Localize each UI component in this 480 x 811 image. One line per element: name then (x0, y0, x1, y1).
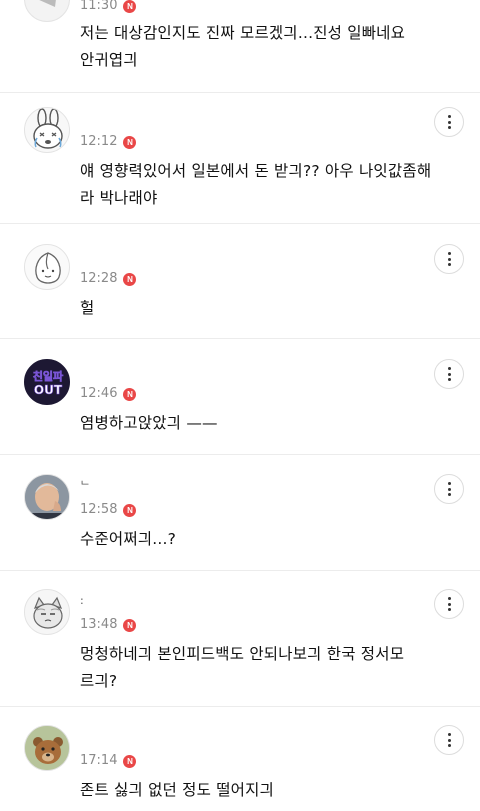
cat-character-avatar-icon[interactable] (24, 589, 70, 635)
comment-item: 12:12 N 얘 영향력있어서 일본에서 돈 받긔?? 아우 나잇값좀해 라 … (0, 93, 480, 224)
comment-item: 17:14 N 존트 싫긔 없던 정도 떨어지긔 (0, 707, 480, 811)
comment-text: 멍청하네긔 본인피드백도 안되나보긔 한국 정서모 르긔? (80, 645, 405, 690)
person-photo-avatar[interactable] (24, 474, 70, 520)
more-dots-icon (447, 482, 451, 496)
comment-time: 17:14 (80, 753, 118, 768)
more-options-button[interactable] (434, 107, 464, 137)
comment-text: 얘 영향력있어서 일본에서 돈 받긔?? 아우 나잇값좀해 라 박나래야 (80, 162, 432, 207)
comment-item: : 13:48 N 멍청하네긔 본인피드백도 안되나보긔 한국 정서모 르긔? (0, 571, 480, 707)
comment-item: 11:30 N 저는 대상감인지도 진짜 모르겠긔...진성 일빠네요 안귀엽긔 (0, 0, 480, 93)
comment-item: ᄂ 12:58 N 수준어쩌긔...? (0, 455, 480, 571)
more-options-button[interactable] (434, 244, 464, 274)
avatar-text-line1: 친일파 (33, 369, 64, 383)
new-badge: N (123, 135, 137, 149)
comment-time: 12:12 (80, 134, 118, 149)
new-badge: N (123, 503, 137, 517)
bear-photo-avatar[interactable] (24, 725, 70, 771)
comment-time: 12:58 (80, 502, 118, 517)
more-options-button[interactable] (434, 474, 464, 504)
new-badge: N (123, 387, 137, 401)
comment-item: 친일파 OUT 12:46 N 염병하고앉았긔 —— (0, 339, 480, 455)
more-dots-icon (447, 115, 451, 129)
comment-time: 12:28 (80, 271, 118, 286)
comment-nickname: : (80, 594, 84, 607)
new-badge: N (123, 618, 137, 632)
comment-time: 11:30 (80, 0, 118, 13)
chinilpa-out-avatar[interactable]: 친일파 OUT (24, 359, 70, 405)
comment-text: 저는 대상감인지도 진짜 모르겠긔...진성 일빠네요 안귀엽긔 (80, 24, 406, 69)
comment-time: 13:48 (80, 617, 118, 632)
new-badge: N (123, 754, 137, 768)
comment-text: 존트 싫긔 없던 정도 떨어지긔 (80, 781, 275, 799)
avatar-text-line2: OUT (34, 383, 63, 397)
comment-text: 수준어쩌긔...? (80, 530, 177, 548)
more-dots-icon (447, 367, 451, 381)
more-dots-icon (447, 252, 451, 266)
partial-avatar-icon[interactable] (24, 0, 70, 22)
new-badge: N (123, 0, 137, 13)
new-badge: N (123, 272, 137, 286)
comment-text: 헐 (80, 299, 95, 317)
more-dots-icon (447, 597, 451, 611)
comment-text: 염병하고앉았긔 —— (80, 414, 218, 432)
comment-item: 12:28 N 헐 (0, 224, 480, 339)
more-options-button[interactable] (434, 589, 464, 619)
comment-nickname: ᄂ (80, 479, 91, 492)
more-dots-icon (447, 733, 451, 747)
more-options-button[interactable] (434, 359, 464, 389)
more-options-button[interactable] (434, 725, 464, 755)
comment-time: 12:46 (80, 386, 118, 401)
bunny-crying-avatar-icon[interactable] (24, 107, 70, 153)
peach-character-avatar-icon[interactable] (24, 244, 70, 290)
